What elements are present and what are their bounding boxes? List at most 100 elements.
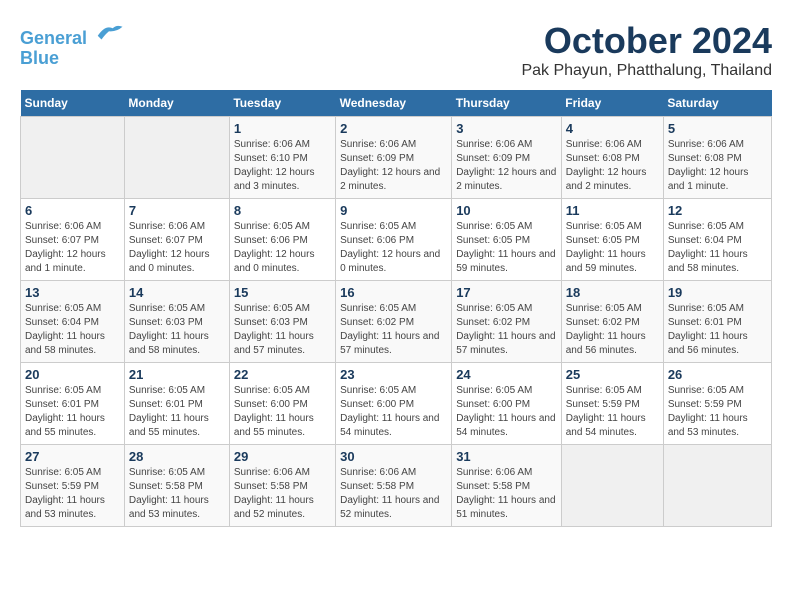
calendar-cell: 5 Sunrise: 6:06 AMSunset: 6:08 PMDaylight… — [663, 117, 771, 199]
calendar-cell: 22 Sunrise: 6:05 AMSunset: 6:00 PMDayligh… — [229, 363, 335, 445]
calendar-cell: 24 Sunrise: 6:05 AMSunset: 6:00 PMDayligh… — [452, 363, 562, 445]
column-header-saturday: Saturday — [663, 90, 771, 117]
day-info: Sunrise: 6:06 AMSunset: 6:08 PMDaylight:… — [668, 138, 767, 194]
calendar-cell: 29Sunrise: 6:06 AMSunset: 5:58 PMDayligh… — [229, 445, 335, 527]
day-number: 12 — [668, 203, 767, 218]
column-header-friday: Friday — [561, 90, 663, 117]
logo-text: General — [20, 20, 124, 49]
calendar-header-row: SundayMondayTuesdayWednesdayThursdayFrid… — [21, 90, 772, 117]
calendar-cell: 12 Sunrise: 6:05 AMSunset: 6:04 PMDayligh… — [663, 199, 771, 281]
calendar-cell: 3 Sunrise: 6:06 AMSunset: 6:09 PMDaylight… — [452, 117, 562, 199]
day-number: 9 — [340, 203, 447, 218]
calendar-table: SundayMondayTuesdayWednesdayThursdayFrid… — [20, 90, 772, 527]
logo-bird-icon — [94, 20, 124, 44]
calendar-week-row: 13Sunrise: 6:05 AMSunset: 6:04 PMDayligh… — [21, 281, 772, 363]
day-number: 18 — [566, 285, 659, 300]
day-number: 13 — [25, 285, 120, 300]
calendar-cell: 19 Sunrise: 6:05 AMSunset: 6:01 PMDayligh… — [663, 281, 771, 363]
calendar-cell: 31 Sunrise: 6:06 AMSunset: 5:58 PMDayligh… — [452, 445, 562, 527]
day-info: Sunrise: 6:05 AMSunset: 6:03 PMDaylight:… — [129, 302, 225, 358]
calendar-week-row: 20 Sunrise: 6:05 AMSunset: 6:01 PMDayligh… — [21, 363, 772, 445]
day-info: Sunrise: 6:05 AMSunset: 5:59 PMDaylight:… — [25, 466, 120, 522]
day-info: Sunrise: 6:06 AMSunset: 6:07 PMDaylight:… — [129, 220, 225, 276]
column-header-thursday: Thursday — [452, 90, 562, 117]
calendar-cell: 30Sunrise: 6:06 AMSunset: 5:58 PMDayligh… — [336, 445, 452, 527]
day-number: 19 — [668, 285, 767, 300]
calendar-cell: 18 Sunrise: 6:05 AMSunset: 6:02 PMDayligh… — [561, 281, 663, 363]
day-number: 26 — [668, 367, 767, 382]
day-info: Sunrise: 6:05 AMSunset: 6:01 PMDaylight:… — [129, 384, 225, 440]
day-info: Sunrise: 6:05 AMSunset: 6:06 PMDaylight:… — [340, 220, 447, 276]
day-number: 15 — [234, 285, 331, 300]
day-info: Sunrise: 6:05 AMSunset: 5:59 PMDaylight:… — [566, 384, 659, 440]
day-number: 25 — [566, 367, 659, 382]
day-number: 10 — [456, 203, 557, 218]
day-info: Sunrise: 6:06 AMSunset: 6:09 PMDaylight:… — [340, 138, 447, 194]
calendar-cell: 28 Sunrise: 6:05 AMSunset: 5:58 PMDayligh… — [124, 445, 229, 527]
calendar-cell — [21, 117, 125, 199]
day-number: 30 — [340, 449, 447, 464]
day-number: 27 — [25, 449, 120, 464]
logo-blue: Blue — [20, 49, 124, 69]
day-number: 22 — [234, 367, 331, 382]
day-number: 20 — [25, 367, 120, 382]
day-info: Sunrise: 6:05 AMSunset: 6:05 PMDaylight:… — [456, 220, 557, 276]
day-info: Sunrise: 6:06 AMSunset: 5:58 PMDaylight:… — [234, 466, 331, 522]
calendar-cell: 17Sunrise: 6:05 AMSunset: 6:02 PMDayligh… — [452, 281, 562, 363]
calendar-cell: 21 Sunrise: 6:05 AMSunset: 6:01 PMDayligh… — [124, 363, 229, 445]
calendar-cell — [561, 445, 663, 527]
calendar-cell: 2 Sunrise: 6:06 AMSunset: 6:09 PMDaylight… — [336, 117, 452, 199]
day-number: 2 — [340, 121, 447, 136]
day-number: 7 — [129, 203, 225, 218]
day-info: Sunrise: 6:05 AMSunset: 6:01 PMDaylight:… — [668, 302, 767, 358]
day-number: 14 — [129, 285, 225, 300]
day-number: 11 — [566, 203, 659, 218]
logo: General Blue — [20, 20, 124, 69]
calendar-cell: 15 Sunrise: 6:05 AMSunset: 6:03 PMDayligh… — [229, 281, 335, 363]
day-info: Sunrise: 6:06 AMSunset: 5:58 PMDaylight:… — [456, 466, 557, 522]
calendar-cell: 26Sunrise: 6:05 AMSunset: 5:59 PMDayligh… — [663, 363, 771, 445]
day-number: 8 — [234, 203, 331, 218]
calendar-cell — [124, 117, 229, 199]
calendar-cell: 16 Sunrise: 6:05 AMSunset: 6:02 PMDayligh… — [336, 281, 452, 363]
day-number: 5 — [668, 121, 767, 136]
day-info: Sunrise: 6:06 AMSunset: 6:09 PMDaylight:… — [456, 138, 557, 194]
calendar-cell: 7 Sunrise: 6:06 AMSunset: 6:07 PMDaylight… — [124, 199, 229, 281]
title-block: October 2024 Pak Phayun, Phatthalung, Th… — [521, 20, 772, 80]
day-number: 16 — [340, 285, 447, 300]
day-info: Sunrise: 6:05 AMSunset: 5:58 PMDaylight:… — [129, 466, 225, 522]
day-info: Sunrise: 6:05 AMSunset: 6:04 PMDaylight:… — [668, 220, 767, 276]
day-number: 28 — [129, 449, 225, 464]
calendar-cell: 27 Sunrise: 6:05 AMSunset: 5:59 PMDayligh… — [21, 445, 125, 527]
logo-general: General — [20, 28, 87, 48]
day-number: 31 — [456, 449, 557, 464]
calendar-cell: 14 Sunrise: 6:05 AMSunset: 6:03 PMDayligh… — [124, 281, 229, 363]
calendar-week-row: 6 Sunrise: 6:06 AMSunset: 6:07 PMDaylight… — [21, 199, 772, 281]
column-header-sunday: Sunday — [21, 90, 125, 117]
day-info: Sunrise: 6:06 AMSunset: 6:10 PMDaylight:… — [234, 138, 331, 194]
day-info: Sunrise: 6:05 AMSunset: 6:06 PMDaylight:… — [234, 220, 331, 276]
calendar-cell — [663, 445, 771, 527]
day-number: 6 — [25, 203, 120, 218]
calendar-cell: 1 Sunrise: 6:06 AMSunset: 6:10 PMDaylight… — [229, 117, 335, 199]
day-info: Sunrise: 6:05 AMSunset: 6:00 PMDaylight:… — [456, 384, 557, 440]
day-number: 21 — [129, 367, 225, 382]
calendar-cell: 20 Sunrise: 6:05 AMSunset: 6:01 PMDayligh… — [21, 363, 125, 445]
day-number: 4 — [566, 121, 659, 136]
day-info: Sunrise: 6:05 AMSunset: 6:01 PMDaylight:… — [25, 384, 120, 440]
calendar-week-row: 27 Sunrise: 6:05 AMSunset: 5:59 PMDayligh… — [21, 445, 772, 527]
day-number: 3 — [456, 121, 557, 136]
calendar-cell: 10 Sunrise: 6:05 AMSunset: 6:05 PMDayligh… — [452, 199, 562, 281]
main-title: October 2024 — [521, 20, 772, 62]
page-header: General Blue October 2024 Pak Phayun, Ph… — [20, 20, 772, 80]
day-info: Sunrise: 6:05 AMSunset: 6:02 PMDaylight:… — [340, 302, 447, 358]
day-info: Sunrise: 6:05 AMSunset: 6:03 PMDaylight:… — [234, 302, 331, 358]
day-info: Sunrise: 6:05 AMSunset: 6:00 PMDaylight:… — [234, 384, 331, 440]
day-number: 24 — [456, 367, 557, 382]
calendar-cell: 25 Sunrise: 6:05 AMSunset: 5:59 PMDayligh… — [561, 363, 663, 445]
day-info: Sunrise: 6:05 AMSunset: 6:00 PMDaylight:… — [340, 384, 447, 440]
day-number: 1 — [234, 121, 331, 136]
day-number: 23 — [340, 367, 447, 382]
day-info: Sunrise: 6:05 AMSunset: 6:02 PMDaylight:… — [566, 302, 659, 358]
column-header-tuesday: Tuesday — [229, 90, 335, 117]
